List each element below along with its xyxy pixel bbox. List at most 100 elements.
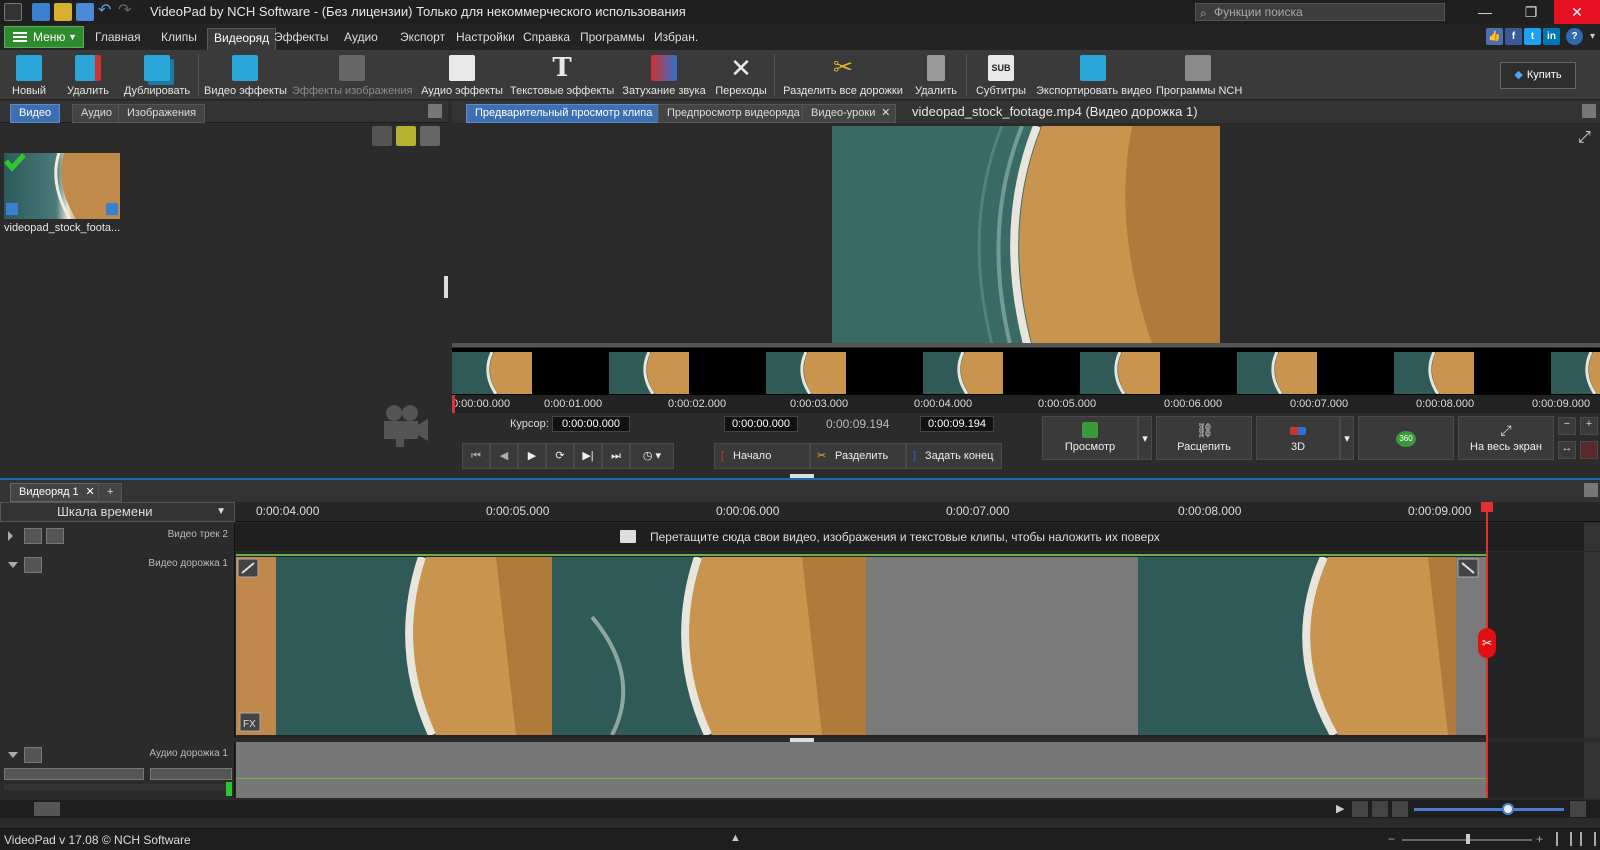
timeline-clip[interactable] [552,557,866,735]
step-back-button[interactable]: ◀ [490,443,518,469]
mark-out-button[interactable]: ] Задать конец [906,443,1002,469]
trash-icon[interactable] [372,126,392,146]
tab-home[interactable]: Главная [89,28,147,50]
add-sequence-button[interactable]: + [98,483,123,502]
loop-button[interactable]: ⟳ [546,443,574,469]
feature-search-input[interactable]: ⌕ Функции поиска [1195,3,1445,21]
vertical-scrollbar[interactable] [1584,742,1600,798]
tab-effects[interactable]: Эффекты [268,28,335,50]
help-icon[interactable]: ? [1566,28,1583,45]
expand-icon[interactable] [8,531,13,541]
fx-badge[interactable]: FX [243,719,256,730]
step-forward-button[interactable]: ▶| [574,443,602,469]
undock-icon[interactable] [1582,104,1596,118]
timeline-gap[interactable] [866,557,1138,735]
tab-sequence-1[interactable]: Видеоряд 1 ✕ [10,483,102,502]
add-folder-icon[interactable] [396,126,416,146]
eye-icon[interactable] [24,557,42,573]
tab-clips[interactable]: Клипы [155,28,203,50]
out-point-field[interactable]: 0:00:09.194 [920,416,994,432]
zoom-fit-icon[interactable] [1372,801,1388,817]
subtitles-button[interactable]: SUB Субтитры [972,53,1030,98]
close-icon[interactable]: ✕ [881,105,890,122]
collapse-icon[interactable] [8,752,18,758]
vertical-scrollbar[interactable] [1584,552,1600,738]
delete-button[interactable]: Удалить [60,53,116,98]
eye-icon[interactable] [24,528,42,544]
panel-resize-handle[interactable] [444,276,448,298]
fade-button[interactable]: Затухание звука [620,53,708,98]
bin-tab-video[interactable]: Видео [10,104,61,123]
zoom-slider-thumb[interactable] [1502,803,1514,815]
tab-sequence[interactable]: Видеоряд [207,28,277,50]
skip-start-button[interactable]: ⏮ [462,443,490,469]
chevron-down-icon[interactable]: ▾ [1584,28,1600,45]
tab-clip-preview[interactable]: Предварительный просмотр клипа [466,104,662,123]
preview-playhead[interactable] [452,395,455,413]
record-icon[interactable] [1580,441,1598,459]
undock-icon[interactable] [1584,483,1598,497]
preview-button[interactable]: Просмотр [1042,416,1138,460]
preview-dropdown[interactable]: ▾ [1138,416,1152,460]
tab-help[interactable]: Справка [517,28,576,50]
timeline-clip[interactable] [1138,557,1486,735]
transitions-button[interactable]: ✕ Переходы [714,53,768,98]
linkedin-icon[interactable]: in [1543,28,1560,45]
list-view-icon[interactable] [420,126,440,146]
undo-icon[interactable]: ↶ [98,3,116,21]
nch-programs-button[interactable]: Программы NCH [1156,53,1242,98]
scroll-thumb[interactable] [34,802,60,816]
fullscreen-button[interactable]: ⤢ На весь экран [1458,416,1554,460]
redo-icon[interactable]: ↷ [118,3,136,21]
main-menu-button[interactable]: Меню ▼ [4,26,84,48]
collapse-icon[interactable] [8,562,18,568]
in-point-field[interactable]: 0:00:00.000 [724,416,798,432]
video-effects-button[interactable]: Видео эффекты [204,53,287,98]
close-button[interactable]: ✕ [1554,0,1600,24]
preview-seek-bar[interactable] [452,343,1600,347]
buy-button[interactable]: ◆ Купить [1500,62,1576,89]
speed-button[interactable]: ◷ ▾ [630,443,674,469]
expand-up-icon[interactable]: ▲ [730,832,741,844]
tab-export[interactable]: Экспорт [394,28,451,50]
timeline-scale-dropdown[interactable]: Шкала времени ▼ [0,502,235,522]
unlink-button[interactable]: ⛓ Расцепить [1156,416,1252,460]
minus-icon[interactable]: − [1388,832,1395,846]
fit-width-icon[interactable] [1352,801,1368,817]
bin-clip-thumbnail[interactable] [4,153,120,219]
split-clip-button[interactable]: ✂ Разделить [810,443,906,469]
playhead-handle[interactable] [1481,502,1493,512]
3d-dropdown[interactable]: ▾ [1340,416,1354,460]
scroll-right-icon[interactable]: ▶ [1336,802,1344,815]
group-icon[interactable] [46,528,64,544]
horizontal-scrollbar[interactable]: ▶ [0,800,1600,818]
tab-favorites[interactable]: Избран. [648,28,704,50]
volume-slider[interactable] [4,768,144,780]
zoom-in-icon[interactable]: + [1580,417,1598,435]
zoom-slider[interactable] [1414,808,1564,811]
zoom-in-icon[interactable] [1570,801,1586,817]
tab-audio[interactable]: Аудио [338,28,384,50]
delete-clip-button[interactable]: Удалить [912,53,960,98]
minimize-button[interactable]: — [1462,0,1508,24]
new-project-icon[interactable] [32,3,50,21]
export-video-button[interactable]: Экспортировать видео [1036,53,1152,98]
open-folder-icon[interactable] [54,3,72,21]
mark-in-button[interactable]: [Начало [714,443,810,469]
fit-width-icon[interactable]: ↔ [1558,441,1576,459]
vertical-scrollbar[interactable] [1584,523,1600,551]
tab-programs[interactable]: Программы [574,28,651,50]
tab-settings[interactable]: Настройки [450,28,521,50]
tab-sequence-preview[interactable]: Предпросмотр видеоряда [658,104,809,123]
zoom-out-icon[interactable]: − [1558,417,1576,435]
fullscreen-icon[interactable]: ⤢ [1578,129,1591,147]
audio-clip-area[interactable] [236,742,1486,798]
undock-icon[interactable] [428,104,442,118]
preview-ruler[interactable]: 0:00:00.000 0:00:01.000 0:00:02.000 0:00… [452,395,1600,413]
split-marker-icon[interactable]: ✂ [1478,628,1496,658]
maximize-button[interactable]: ❐ [1508,0,1554,24]
facebook-icon[interactable]: f [1505,28,1522,45]
timeline-clip[interactable]: FX [236,557,552,735]
play-button[interactable]: ▶ [518,443,546,469]
bin-tab-audio[interactable]: Аудио [72,104,122,123]
